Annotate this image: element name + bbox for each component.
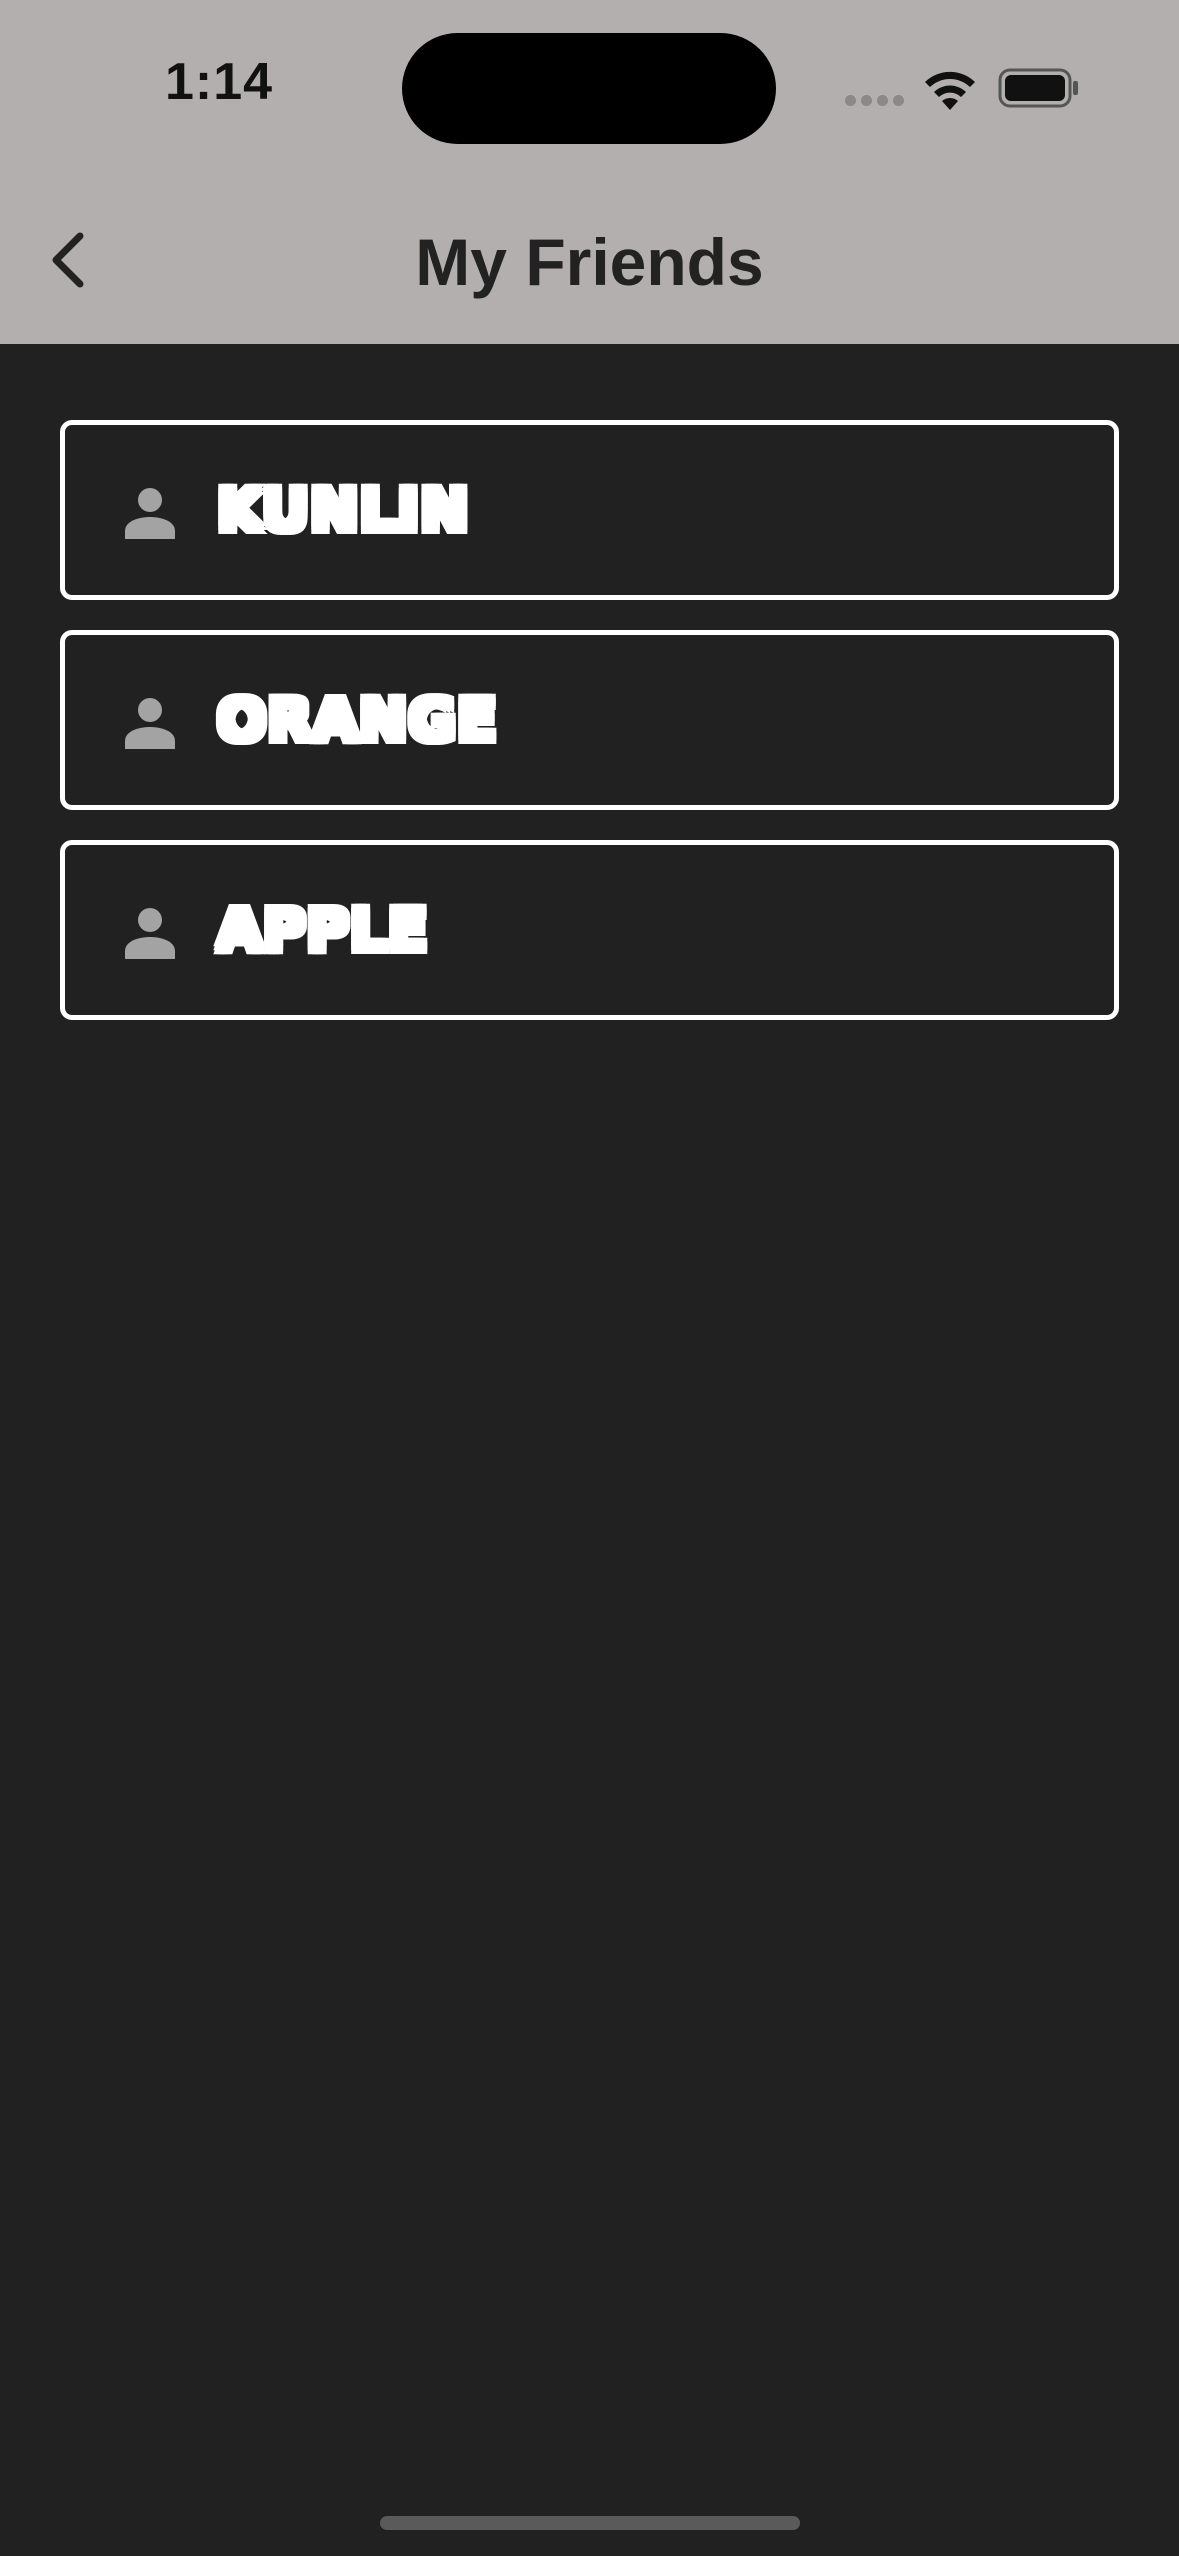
friend-list: KUNLIN ORANGE APPLE bbox=[60, 420, 1119, 1050]
battery-icon bbox=[998, 68, 1078, 108]
page-title: My Friends bbox=[415, 225, 764, 299]
home-indicator[interactable] bbox=[380, 2516, 800, 2530]
friend-name: ORANGE bbox=[215, 684, 499, 756]
friend-name: KUNLIN bbox=[215, 474, 471, 546]
friend-item-orange[interactable]: ORANGE bbox=[60, 630, 1119, 810]
person-icon bbox=[125, 698, 175, 749]
cellular-signal-icon bbox=[845, 95, 905, 107]
person-icon bbox=[125, 488, 175, 539]
friend-name: APPLE bbox=[215, 894, 429, 966]
friend-item-apple[interactable]: APPLE bbox=[60, 840, 1119, 1020]
wifi-icon bbox=[925, 71, 975, 110]
status-time: 1:14 bbox=[165, 53, 274, 111]
person-icon bbox=[125, 908, 175, 959]
navigation-bar: My Friends bbox=[0, 190, 1179, 330]
friends-screen: 1:14 My Friends KUNLIN ORANGE APPLE bbox=[0, 0, 1179, 2556]
header-area: 1:14 My Friends bbox=[0, 0, 1179, 344]
dynamic-island bbox=[402, 33, 776, 144]
friend-item-kunlin[interactable]: KUNLIN bbox=[60, 420, 1119, 600]
